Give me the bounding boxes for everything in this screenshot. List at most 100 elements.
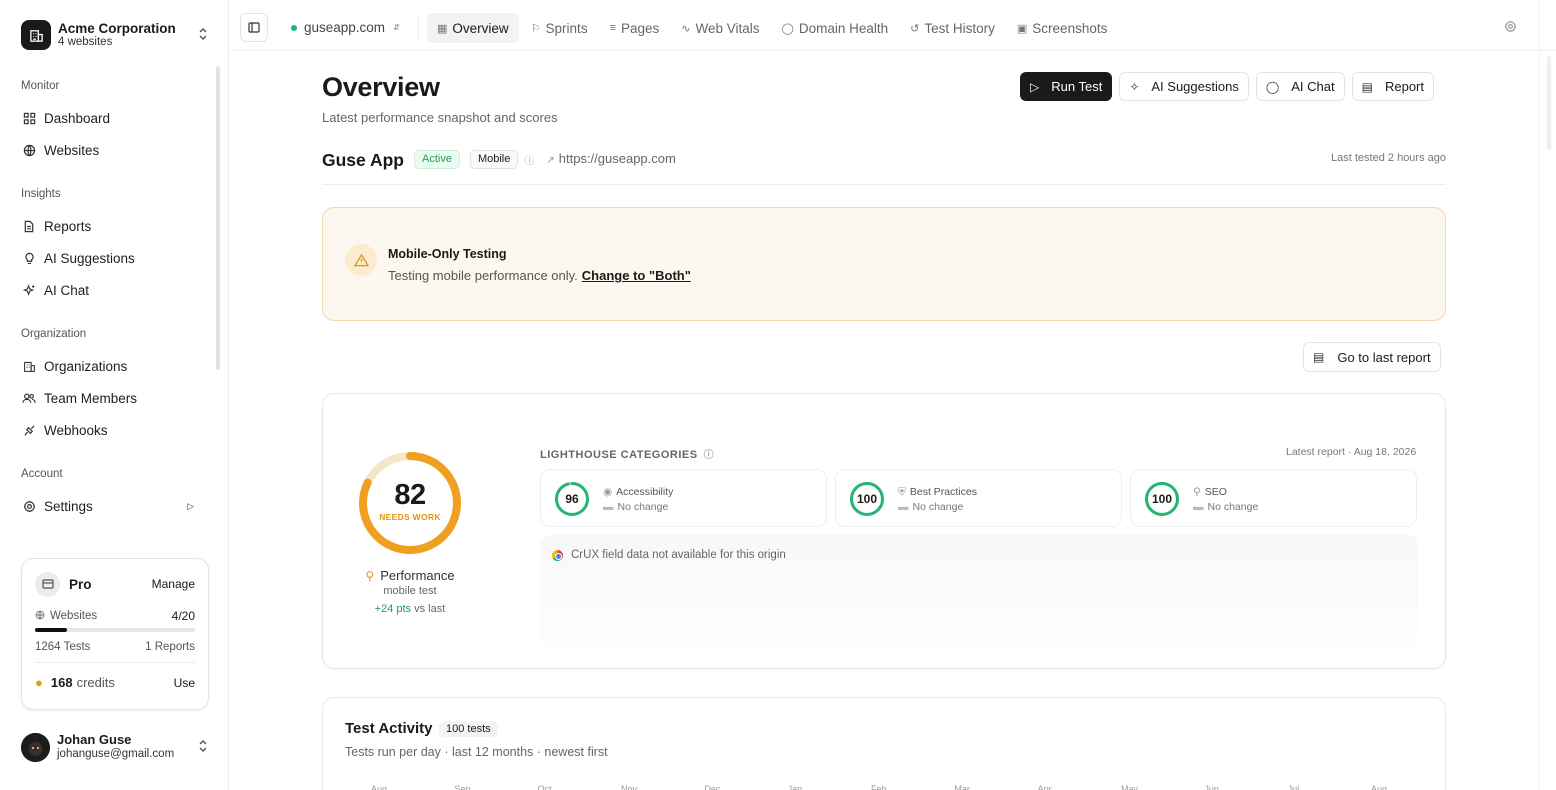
page-scrollbar[interactable]: [1547, 56, 1551, 150]
site-name: guseapp.com: [304, 20, 386, 35]
run-test-button[interactable]: ▷ Run Test: [1020, 72, 1113, 101]
month-label: Jul: [1287, 784, 1300, 790]
activity-count-badge: 100 tests: [439, 721, 498, 737]
tab-domain-health[interactable]: ◯ Domain Health: [772, 13, 899, 43]
button-label: Go to last report: [1337, 349, 1431, 365]
tab-overview[interactable]: ▦ Overview: [427, 13, 519, 43]
globe-icon: ◯: [781, 22, 794, 35]
chevrons-up-down-icon: ⇵: [393, 23, 400, 32]
sidebar-scrollbar[interactable]: [216, 66, 220, 370]
nav-tabs: ▦ Overview ⚐ Sprints ≡ Pages ∿ Web Vitals ◯ D…: [427, 13, 1119, 43]
sidebar-item-webhooks[interactable]: Webhooks: [0, 414, 214, 446]
sidebar-item-team-members[interactable]: Team Members: [0, 382, 214, 414]
use-credits-button[interactable]: Use: [174, 676, 195, 690]
app-name: Guse App: [322, 150, 404, 170]
change-to-both-link[interactable]: Change to "Both": [582, 268, 691, 283]
gear-icon[interactable]: [1504, 20, 1517, 38]
sidebar-item-ai-chat[interactable]: AI Chat: [0, 274, 214, 306]
performance-label: Performance: [380, 568, 455, 583]
org-website-count: 4 websites: [58, 36, 113, 49]
trophy-icon: ⚲: [365, 568, 375, 583]
org-switcher[interactable]: Acme Corporation 4 websites: [21, 18, 216, 52]
last-tested: Last tested 2 hours ago: [1331, 152, 1446, 164]
sidebar-item-label: Settings: [44, 498, 93, 514]
performance-sub: mobile test: [383, 585, 437, 597]
report-button[interactable]: ▤ Report: [1351, 72, 1434, 101]
sidebar-toggle-button[interactable]: [240, 13, 268, 42]
tab-label: Pages: [621, 20, 660, 36]
sidebar-item-ai-suggestions[interactable]: AI Suggestions: [0, 242, 214, 274]
ai-suggestions-button[interactable]: ✧ AI Suggestions: [1119, 72, 1249, 101]
category-change: ▬ No change: [898, 501, 963, 513]
websites-usage-value: 4/20: [171, 609, 195, 623]
category-accessibility[interactable]: 96 ◉ Accessibility ▬ No change: [540, 469, 827, 527]
activity-subtitle: Tests run per day · last 12 months · new…: [345, 745, 608, 759]
manage-plan-button[interactable]: Manage: [152, 577, 195, 591]
flag-icon: ⚐: [530, 22, 541, 35]
coins-icon: ●: [35, 675, 43, 690]
section-title-account: Account: [21, 468, 63, 480]
month-label: Aug: [1371, 784, 1388, 790]
sidebar-item-settings[interactable]: Settings ▷: [0, 490, 214, 522]
tab-sprints[interactable]: ⚐ Sprints: [521, 13, 598, 43]
category-label: Accessibility: [616, 486, 674, 498]
minus-icon: ▬: [603, 501, 614, 513]
page-title: Overview: [322, 72, 440, 102]
eye-icon: ◉: [603, 486, 613, 498]
sidebar-item-label: Organizations: [44, 358, 128, 374]
button-label: AI Suggestions: [1151, 79, 1239, 94]
lighthouse-title: LIGHTHOUSE CATEGORIES ⓘ: [540, 446, 714, 461]
site-selector[interactable]: guseapp.com ⇵: [291, 20, 400, 35]
month-label: Dec: [704, 784, 721, 790]
info-icon[interactable]: ⓘ: [524, 152, 534, 167]
info-icon[interactable]: ⓘ: [704, 450, 715, 461]
category-seo[interactable]: 100 ⚲ SEO ▬ No change: [1130, 469, 1417, 527]
performance-delta: +24 pts vs last: [360, 603, 460, 615]
credits-label: credits: [76, 675, 115, 690]
performance-status: NEEDS WORK: [379, 512, 441, 522]
sidebar-item-label: Websites: [44, 142, 100, 158]
ai-chat-button[interactable]: ◯ AI Chat: [1255, 72, 1345, 101]
tests-count: 1264 Tests: [35, 641, 91, 653]
go-to-last-report-button[interactable]: ▤ Go to last report: [1303, 342, 1441, 372]
month-label: May: [1121, 784, 1139, 790]
sidebar-item-websites[interactable]: Websites: [0, 134, 214, 166]
sparkles-icon: ✧: [1129, 79, 1140, 94]
month-label: Oct: [537, 784, 552, 790]
webhook-icon: [22, 423, 36, 437]
tab-screenshots[interactable]: ▣ Screenshots: [1007, 13, 1117, 43]
lighthouse-date: Latest report · Aug 18, 2026: [1286, 446, 1417, 458]
month-label: Mar: [954, 784, 970, 790]
gear-icon: [22, 499, 36, 513]
tab-pages[interactable]: ≡ Pages: [600, 13, 670, 43]
sidebar-item-reports[interactable]: Reports: [0, 210, 214, 242]
month-label: Aug: [371, 784, 388, 790]
category-label: Best Practices: [909, 486, 977, 498]
app-url-link[interactable]: ↗ https://guseapp.com: [546, 151, 675, 166]
category-change: ▬ No change: [603, 501, 668, 513]
test-activity-card: Test Activity 100 tests Tests run per da…: [322, 697, 1446, 790]
tab-test-history[interactable]: ↺ Test History: [900, 13, 1005, 43]
image-icon: ▣: [1016, 22, 1028, 35]
reports-count: 1 Reports: [145, 641, 195, 653]
page-subtitle: Latest performance snapshot and scores: [322, 110, 558, 125]
plan-card: Pro Manage Websites 4/20 1264 Tests 1 Re…: [21, 558, 209, 710]
category-name: ⛨ Best Practices: [898, 486, 977, 499]
websites-usage-bar-fill: [35, 628, 67, 632]
category-best-practices[interactable]: 100 ⛨ Best Practices ▬ No change: [835, 469, 1122, 527]
tab-label: Test History: [924, 20, 995, 36]
grid-icon: [22, 111, 36, 125]
sidebar-item-dashboard[interactable]: Dashboard: [0, 102, 214, 134]
caret-right-icon: ▷: [187, 500, 194, 511]
sparkles-icon: [22, 283, 36, 297]
panel-left-icon: [248, 22, 260, 33]
delta-value: +24 pts: [374, 603, 412, 615]
month-label: Nov: [621, 784, 638, 790]
tab-web-vitals[interactable]: ∿ Web Vitals: [671, 13, 769, 43]
sidebar-item-label: Webhooks: [44, 422, 108, 438]
button-label: Run Test: [1051, 79, 1103, 94]
tab-label: Overview: [452, 20, 509, 36]
sidebar-item-organizations[interactable]: Organizations: [0, 350, 214, 382]
message-circle-icon: ◯: [1265, 79, 1280, 94]
user-menu[interactable]: Johan Guse johanguse@gmail.com: [21, 730, 216, 764]
